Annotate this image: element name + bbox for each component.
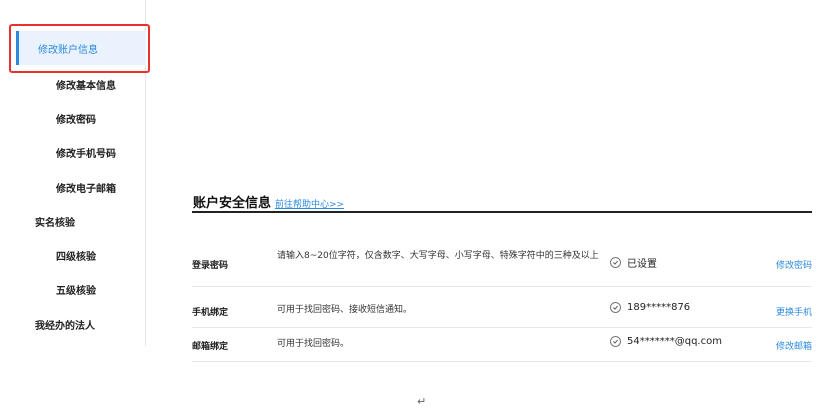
table-row: 邮箱绑定 可用于找回密码。 54*******@qq.com 修改邮箱 — [192, 328, 812, 362]
sidebar-item-modify-email[interactable]: 修改电子邮箱 — [56, 180, 116, 195]
sidebar-group-legal-person[interactable]: 我经办的法人 — [35, 317, 95, 332]
row-label: 邮箱绑定 — [192, 342, 229, 352]
table-row: 手机绑定 可用于找回密码、接收短信通知。 189*****876 更换手机 — [192, 287, 812, 327]
sidebar-group-realname[interactable]: 实名核验 — [35, 214, 75, 229]
sidebar-item-level5-verify[interactable]: 五级核验 — [56, 282, 96, 297]
table-row: 登录密码 请输入8~20位字符，仅含数字、大写字母、小写字母、特殊字符中的三种及… — [192, 246, 812, 286]
check-circle-icon — [610, 336, 621, 347]
help-center-link[interactable]: 前往帮助中心>> — [275, 197, 344, 210]
status-badge: 已设置 — [610, 255, 657, 270]
status-text: 54*******@qq.com — [627, 336, 722, 347]
change-phone-link[interactable]: 更换手机 — [776, 305, 812, 318]
row-description: 可用于找回密码。 — [277, 339, 350, 349]
sidebar-item-modify-phone[interactable]: 修改手机号码 — [56, 145, 116, 160]
return-arrow-icon: ↵ — [417, 395, 427, 408]
row-label: 登录密码 — [192, 261, 229, 271]
page-title: 账户安全信息 — [193, 196, 272, 211]
sidebar-item-level4-verify[interactable]: 四级核验 — [56, 248, 96, 263]
row-description: 可用于找回密码、接收短信通知。 — [277, 305, 413, 315]
status-badge: 54*******@qq.com — [610, 336, 722, 347]
status-text: 已设置 — [627, 259, 657, 270]
sidebar-item-label: 修改账户信息 — [38, 44, 98, 56]
row-divider — [192, 361, 812, 362]
check-circle-icon — [610, 302, 621, 313]
section-header: 账户安全信息 前往帮助中心>> — [193, 192, 344, 211]
modify-email-link[interactable]: 修改邮箱 — [776, 339, 812, 352]
sidebar-item-modify-basic-info[interactable]: 修改基本信息 — [56, 77, 116, 92]
status-text: 189*****876 — [627, 302, 691, 313]
status-badge: 189*****876 — [610, 302, 690, 313]
row-description: 请输入8~20位字符，仅含数字、大写字母、小写字母、特殊字符中的三种及以上 — [277, 251, 599, 261]
title-divider — [192, 211, 812, 213]
sidebar-item-modify-password[interactable]: 修改密码 — [56, 111, 96, 126]
modify-password-link[interactable]: 修改密码 — [776, 258, 812, 271]
sidebar: 修改账户信息 修改基本信息 修改密码 修改手机号码 修改电子邮箱 实名核验 四级… — [0, 0, 146, 346]
check-circle-icon — [610, 257, 621, 268]
sidebar-item-modify-account-info[interactable]: 修改账户信息 — [16, 31, 146, 65]
row-label: 手机绑定 — [192, 308, 229, 318]
